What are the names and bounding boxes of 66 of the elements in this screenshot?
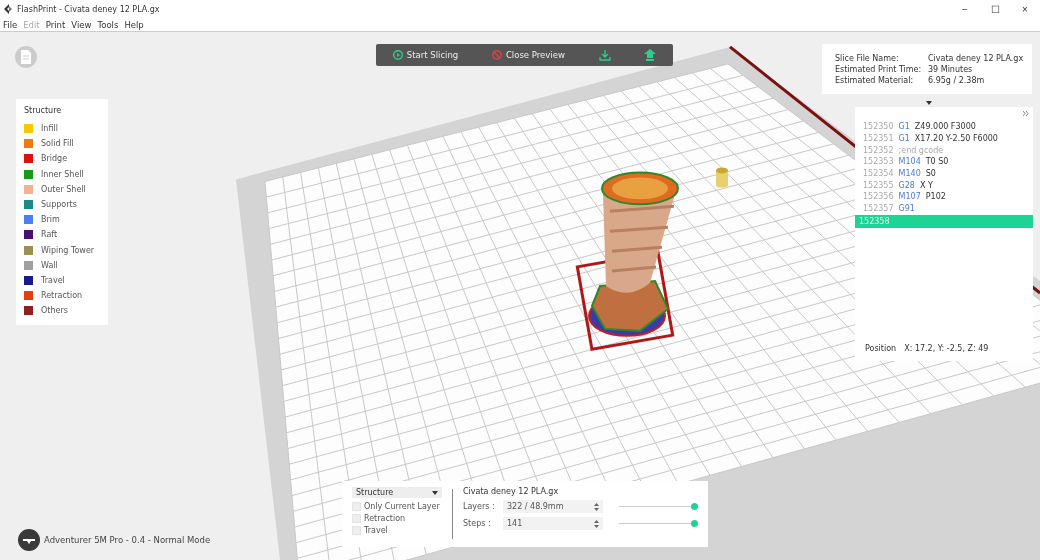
start-slicing-button[interactable]: Start Slicing <box>388 48 463 62</box>
control-label: Steps : <box>463 519 492 528</box>
checkbox[interactable] <box>352 501 361 511</box>
legend-label: Raft <box>41 230 58 240</box>
legend-label: Inner Shell <box>41 169 84 179</box>
legend-label: Wiping Tower <box>41 245 95 255</box>
checkbox-label: Retraction <box>364 513 406 523</box>
menu-item[interactable]: File <box>3 19 18 30</box>
info-label: Estimated Print Time: <box>835 64 923 75</box>
gcode-line[interactable]: 152357 G91 <box>855 202 1033 215</box>
menu-item[interactable]: Tools <box>97 19 119 30</box>
info-value: Civata deney 12 PLA.gx <box>928 53 1024 64</box>
menu-item[interactable]: Help <box>124 19 144 30</box>
spinner-arrows-icon <box>594 519 599 528</box>
caret-icon[interactable] <box>926 101 932 105</box>
window-title: FlashPrint - Civata deney 12 PLA.gx <box>17 4 160 14</box>
info-value: 6.95g / 2.38m <box>928 75 985 86</box>
menu-item[interactable]: Print <box>45 19 66 30</box>
window-control-button[interactable]: × <box>1010 3 1040 15</box>
file-name: Civata deney 12 PLA.gx <box>463 487 560 496</box>
app-logo-icon <box>4 4 14 14</box>
legend-label: Travel <box>41 275 65 285</box>
position-value: X: 17.2, Y: -2.5, Z: 49 <box>904 344 989 353</box>
small-object-drawing <box>716 167 728 188</box>
download-icon <box>598 49 611 61</box>
prohibited-icon <box>491 50 502 60</box>
checkbox[interactable] <box>352 513 361 523</box>
view-dropdown[interactable]: Structure <box>352 487 442 498</box>
spinner-arrows-icon <box>594 502 599 511</box>
printer-status: Adventurer 5M Pro - 0.4 - Normal Mode <box>44 535 211 545</box>
document-icon[interactable] <box>15 46 37 68</box>
slider-handle[interactable] <box>690 503 698 510</box>
legend-label: Brim <box>41 215 60 225</box>
gcode-line[interactable]: 152350 G1 Z49.000 F3000 <box>855 121 1033 133</box>
info-value: 39 Minutes <box>928 64 973 75</box>
info-label: Slice File Name: <box>835 53 900 64</box>
legend-label: Solid Fill <box>41 139 74 149</box>
collapse-icon[interactable] <box>1023 111 1029 116</box>
play-circle-icon <box>392 50 403 60</box>
legend-label: Supports <box>41 200 77 210</box>
checkbox[interactable] <box>352 525 361 535</box>
checkbox-label: Travel <box>364 525 388 535</box>
caret-icon <box>432 490 438 495</box>
close-preview-button[interactable]: Close Preview <box>487 48 569 62</box>
legend-label: Wall <box>41 260 58 270</box>
window-control-button[interactable]: − <box>950 3 980 15</box>
gcode-line[interactable]: 152351 G1 X17.20 Y-2.50 F6000 <box>855 132 1033 145</box>
legend-title: Structure <box>24 106 63 115</box>
legend-label: Retraction <box>41 291 83 301</box>
control-label: Layers : <box>463 502 496 511</box>
window-control-button[interactable]: ☐ <box>980 3 1010 15</box>
menu-item[interactable]: View <box>71 19 92 30</box>
legend-label: Bridge <box>41 154 68 164</box>
legend-label: Others <box>41 306 68 316</box>
gcode-line[interactable]: 152353 M104 T0 S0 <box>855 156 1033 168</box>
legend-label: Infill <box>41 124 58 134</box>
spin-field[interactable]: 141 <box>503 517 603 530</box>
checkbox-label: Only Current Layer <box>364 501 440 511</box>
legend-label: Outer Shell <box>41 184 86 194</box>
gcode-line[interactable]: 152355 G28 X Y <box>855 179 1033 192</box>
gcode-line[interactable]: 152354 M140 S0 <box>855 167 1033 180</box>
gcode-line[interactable]: 152356 M107 P102 <box>855 191 1033 203</box>
slider-handle[interactable] <box>690 520 698 527</box>
position-label: Position <box>865 344 897 353</box>
spin-field[interactable]: 322 / 48.9mm <box>503 500 603 513</box>
info-label: Estimated Material: <box>835 75 915 86</box>
